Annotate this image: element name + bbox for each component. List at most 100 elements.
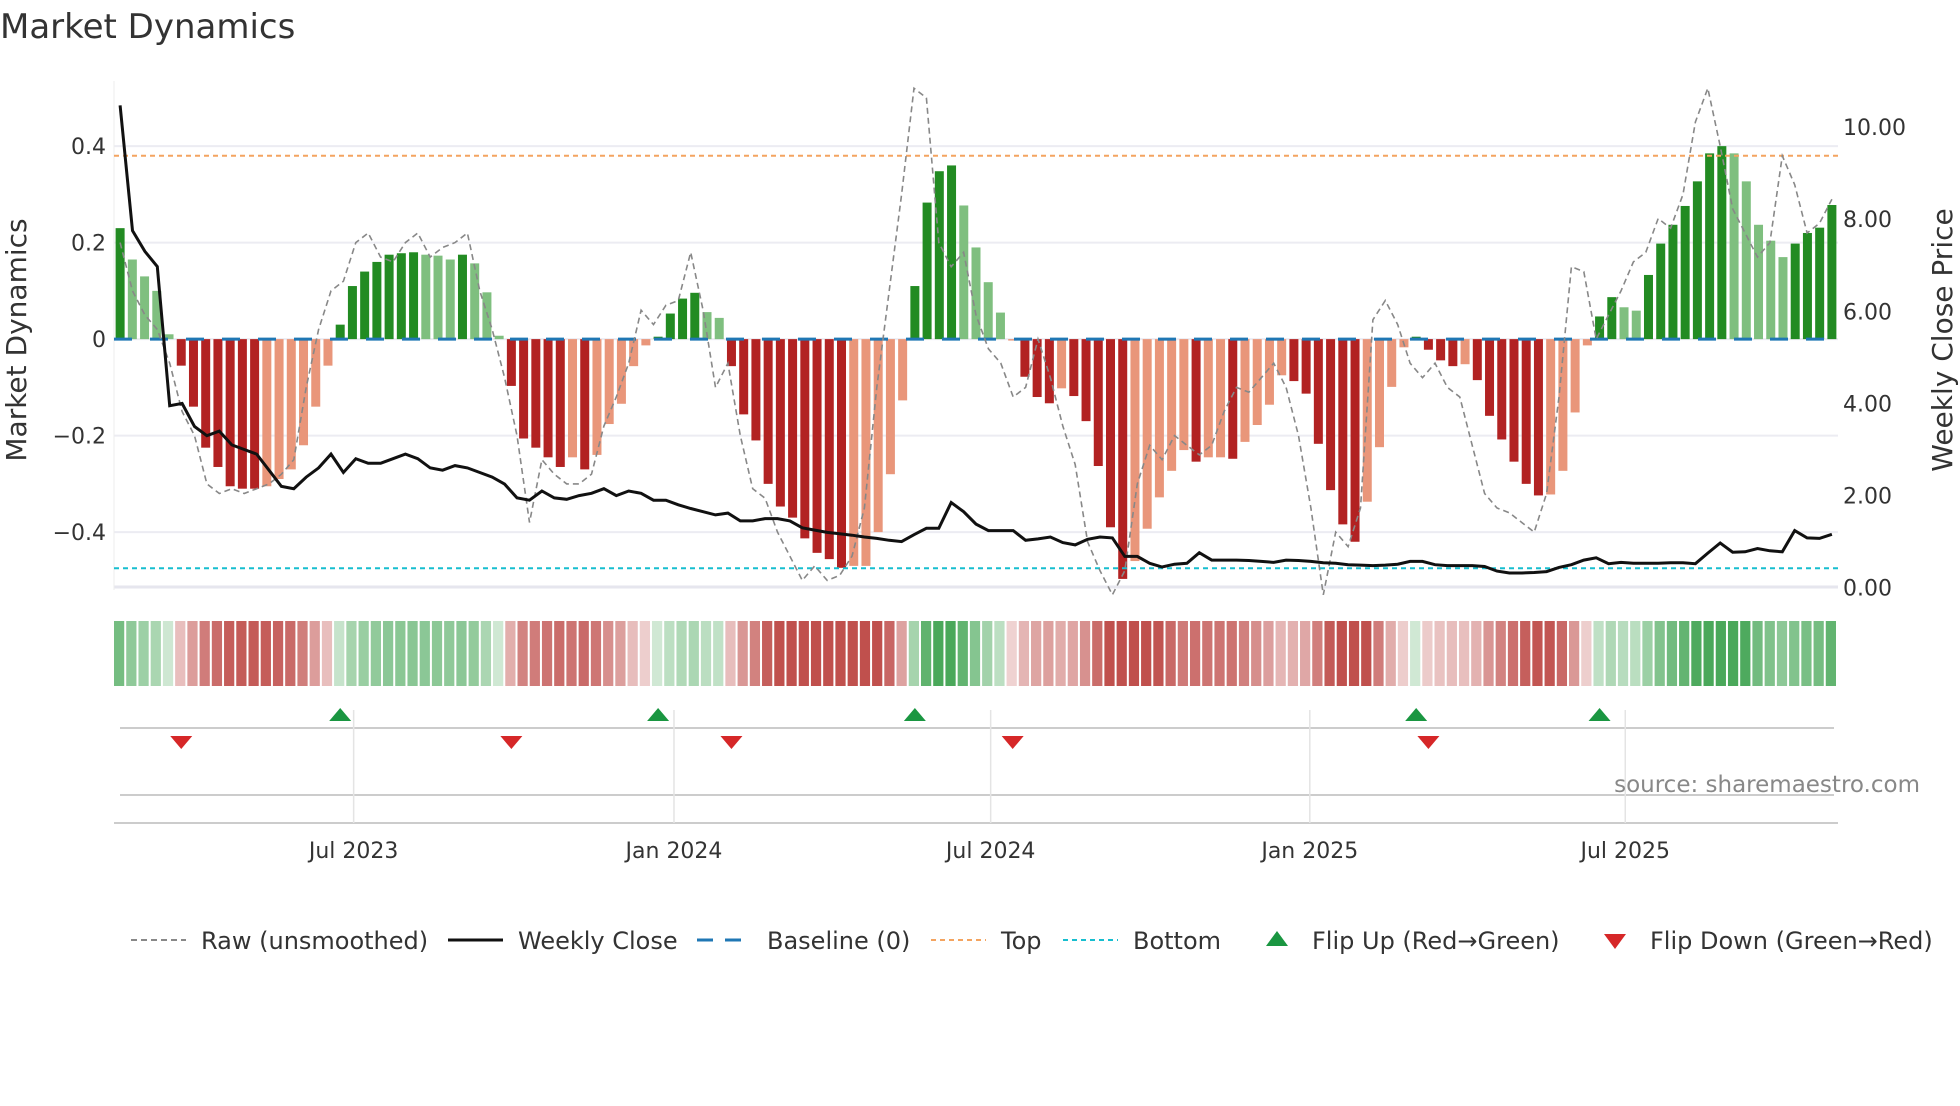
bar: [213, 339, 223, 467]
strip-cell: [627, 621, 638, 686]
strip-cell: [187, 621, 198, 686]
bar: [1105, 339, 1115, 528]
strip-cell: [1446, 621, 1457, 686]
date-axis-ticks: Jul 2023 Jan 2024 Jul 2024 Jan 2025 Jul 2025: [307, 710, 1670, 864]
strip-cell: [224, 621, 235, 686]
bar: [482, 292, 492, 340]
legend-flip-down-icon: [1604, 934, 1626, 949]
flip-down-marker: [1417, 736, 1440, 749]
strip-cell: [1336, 621, 1347, 686]
strip-cell: [1079, 621, 1091, 686]
strip-cell: [578, 621, 589, 686]
strip-cell: [1727, 621, 1739, 686]
bar: [1228, 339, 1238, 459]
strip-cell: [994, 621, 1005, 686]
strip-cell: [713, 621, 724, 686]
strip-cell: [1141, 621, 1152, 686]
bar: [714, 317, 724, 340]
bar: [543, 339, 553, 458]
strip-cell: [1740, 621, 1751, 686]
strip-cell: [884, 621, 895, 686]
strip-cell: [1642, 621, 1653, 686]
strip-cell: [162, 621, 174, 686]
legend-label: Flip Up (Red→Green): [1312, 927, 1560, 955]
strip-cell: [529, 621, 540, 686]
bar: [1374, 339, 1384, 448]
strip-cell: [615, 621, 626, 686]
strip-cell: [847, 621, 858, 686]
flip-down-marker: [720, 736, 743, 749]
bar: [1668, 224, 1678, 340]
bar: [1118, 339, 1128, 579]
strip-cell: [1556, 621, 1568, 686]
bar: [775, 339, 785, 507]
strip-cell: [1177, 621, 1188, 686]
bar: [409, 252, 419, 340]
bar: [1546, 339, 1556, 495]
bar: [494, 335, 504, 340]
strip-cell: [1679, 621, 1690, 686]
strip-cell: [749, 621, 761, 686]
strip-cell: [957, 621, 968, 686]
strip-cell: [1666, 621, 1678, 686]
bar: [1802, 232, 1812, 340]
bar: [1436, 339, 1446, 361]
y-tick-label: −0.2: [53, 425, 106, 450]
left-axis-ticks: 0.4 0.2 0 −0.2 −0.4: [53, 135, 106, 546]
strip-cell: [493, 621, 504, 686]
strip-cell: [1691, 621, 1702, 686]
strip-cell: [1813, 621, 1824, 686]
bar: [1277, 339, 1287, 376]
strip-cell: [1214, 621, 1225, 686]
right-axis-label: Weekly Close Price: [1926, 208, 1959, 471]
strip-cell: [1263, 621, 1274, 686]
bar: [1643, 274, 1653, 340]
bar: [568, 339, 578, 458]
strip-cell: [835, 621, 846, 686]
bar: [335, 324, 345, 340]
bar: [1154, 339, 1164, 498]
legend-label: Raw (unsmoothed): [201, 927, 428, 955]
bar: [616, 339, 626, 404]
legend-label: Top: [1000, 927, 1042, 955]
strip-cell: [1300, 621, 1311, 686]
date-tick-label: Jul 2025: [1578, 839, 1670, 864]
bar: [1754, 224, 1764, 340]
strip-cell: [945, 621, 956, 686]
bar: [1692, 181, 1702, 340]
strip-cell: [1825, 621, 1836, 686]
bar: [176, 339, 186, 366]
bar: [531, 339, 541, 448]
y2-tick-label: 0.00: [1843, 577, 1892, 602]
bar: [1533, 339, 1543, 496]
bar: [665, 313, 675, 340]
strip-cell: [1422, 621, 1433, 686]
bar: [1387, 339, 1397, 387]
bar: [580, 339, 590, 470]
bar: [1460, 339, 1470, 365]
bar: [861, 339, 871, 566]
strip-cell: [370, 621, 381, 686]
strip-cell: [444, 621, 455, 686]
bar: [1167, 339, 1177, 471]
strip-cell: [1238, 621, 1250, 686]
strip-cell: [725, 621, 736, 686]
strip-cell: [211, 621, 223, 686]
bar: [1705, 153, 1715, 340]
date-tick-label: Jul 2024: [944, 839, 1036, 864]
bar: [286, 339, 296, 470]
flip-up-marker: [329, 708, 352, 721]
strip-cell: [248, 621, 259, 686]
strip-cell: [933, 621, 944, 686]
bar: [225, 339, 235, 487]
bar: [1778, 257, 1788, 340]
bar: [237, 339, 247, 489]
strip-cell: [236, 621, 247, 686]
strip-cell: [774, 621, 785, 686]
bar: [1057, 339, 1067, 389]
strip-cell: [334, 621, 345, 686]
bar: [299, 339, 309, 446]
legend-label: Baseline (0): [767, 927, 910, 955]
strip-cell: [1092, 621, 1103, 686]
bar: [1570, 339, 1580, 413]
